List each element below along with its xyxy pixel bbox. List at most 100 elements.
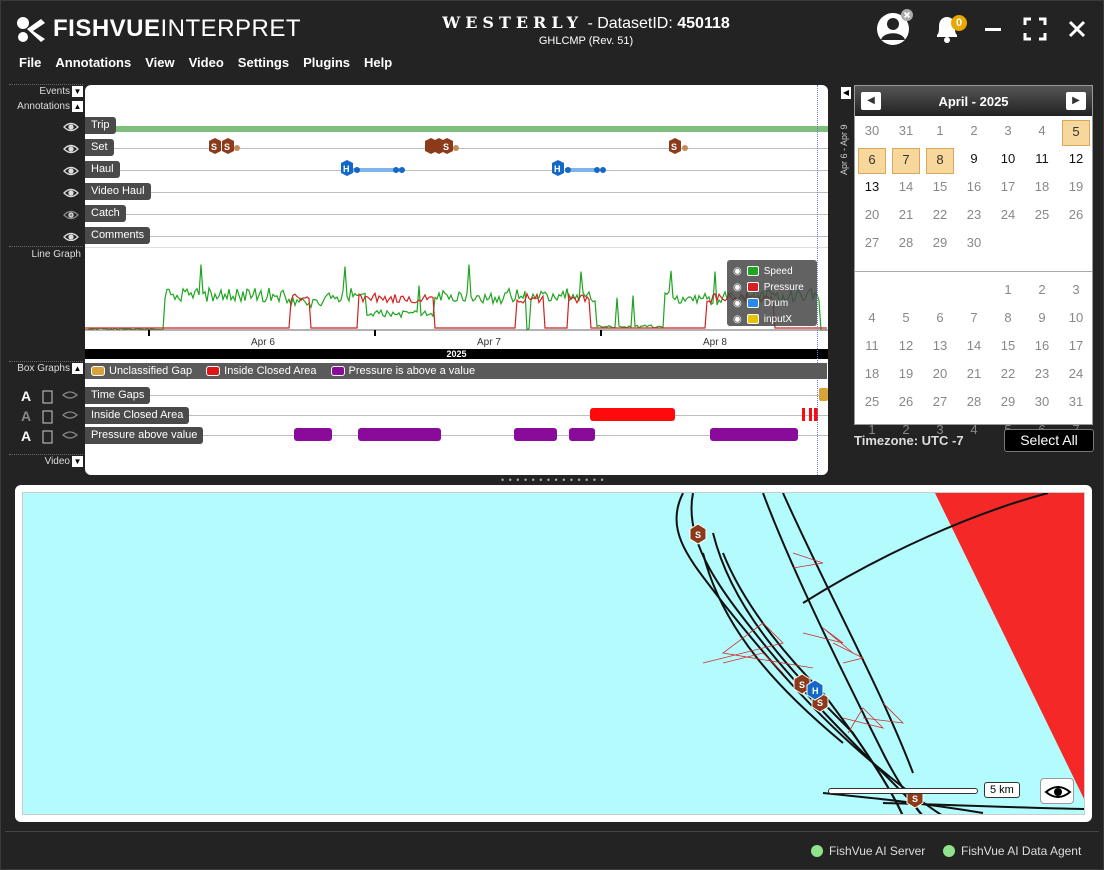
legend-pressure-above[interactable]: Pressure is above a value (330, 365, 475, 377)
calendar-day[interactable]: 5 (1062, 120, 1090, 146)
event-markers[interactable]: SS S S H H (85, 135, 828, 185)
calendar-day[interactable]: 17 (994, 176, 1022, 202)
timeline-panel[interactable]: Trip Set Haul Video Haul Catch Comments … (85, 85, 828, 475)
calendar-day[interactable]: 23 (1028, 363, 1056, 389)
calendar-day[interactable]: 19 (892, 363, 920, 389)
track-video-haul[interactable]: Video Haul (85, 183, 151, 200)
calendar-day[interactable]: 14 (892, 176, 920, 202)
track-trip[interactable]: Trip (85, 117, 116, 134)
calendar-day[interactable]: 18 (1028, 176, 1056, 202)
calendar-day[interactable]: 8 (994, 307, 1022, 333)
prev-month-button[interactable]: ◀ (861, 92, 881, 110)
calendar-day[interactable]: 27 (926, 391, 954, 417)
calendar-day[interactable]: 12 (892, 335, 920, 361)
calendar-collapse-button[interactable]: ◀ (841, 87, 851, 99)
calendar-day[interactable]: 4 (1028, 120, 1056, 146)
calendar-day[interactable]: 18 (858, 363, 886, 389)
legend-unclassified-gap[interactable]: Unclassified Gap (91, 365, 192, 377)
legend-pressure[interactable]: ◉ Pressure (733, 279, 811, 295)
menu-plugins[interactable]: Plugins (303, 55, 350, 70)
legend-drum[interactable]: ◉ Drum (733, 295, 811, 311)
calendar-day[interactable]: 24 (994, 204, 1022, 230)
legend-inside-closed-area[interactable]: Inside Closed Area (206, 365, 317, 377)
calendar-day[interactable]: 29 (994, 391, 1022, 417)
close-button[interactable] (1063, 15, 1091, 43)
track-catch[interactable]: Catch (85, 205, 126, 222)
calendar-day[interactable]: 10 (994, 148, 1022, 174)
calendar-day[interactable]: 16 (960, 176, 988, 202)
calendar-day[interactable]: 25 (858, 391, 886, 417)
menu-help[interactable]: Help (364, 55, 392, 70)
calendar-day[interactable]: 1 (994, 279, 1022, 305)
calendar-day[interactable]: 24 (1062, 363, 1090, 389)
next-month-button[interactable]: ▶ (1066, 92, 1086, 110)
calendar-day[interactable]: 28 (960, 391, 988, 417)
calendar-day[interactable]: 4 (960, 419, 988, 445)
calendar-day[interactable]: 20 (926, 363, 954, 389)
video-toggle[interactable]: ▼ (72, 456, 83, 467)
resize-handle[interactable]: • • • • • • • • • • • • • • (501, 475, 605, 485)
calendar-day[interactable]: 8 (926, 148, 954, 174)
calendar-day[interactable]: 31 (892, 120, 920, 146)
calendar-day[interactable]: 15 (926, 176, 954, 202)
user-button[interactable] (875, 9, 915, 49)
calendar-day[interactable]: 3 (1062, 279, 1090, 305)
track-comments[interactable]: Comments (85, 227, 151, 244)
trip-bar[interactable] (85, 126, 828, 132)
calendar-day[interactable]: 7 (960, 307, 988, 333)
calendar-day[interactable]: 6 (926, 307, 954, 333)
notifications-button[interactable]: 0 (929, 11, 967, 47)
map-layers-toggle[interactable] (1040, 778, 1074, 804)
calendar-day[interactable]: 14 (960, 335, 988, 361)
menu-view[interactable]: View (145, 55, 174, 70)
calendar-day[interactable]: 16 (1028, 335, 1056, 361)
calendar-day[interactable]: 12 (1062, 148, 1090, 174)
menu-file[interactable]: File (19, 55, 41, 70)
calendar-day[interactable]: 20 (858, 204, 886, 230)
map[interactable]: SSHSS 5 km (22, 492, 1085, 815)
calendar-day[interactable]: 30 (1028, 391, 1056, 417)
calendar-day[interactable]: 22 (994, 363, 1022, 389)
minimize-button[interactable] (979, 15, 1007, 43)
calendar-day[interactable]: 9 (960, 148, 988, 174)
calendar-day[interactable]: 11 (1028, 148, 1056, 174)
time-cursor[interactable] (817, 85, 818, 475)
legend-speed[interactable]: ◉ Speed (733, 263, 811, 279)
calendar-day[interactable]: 6 (858, 148, 886, 174)
calendar-day[interactable]: 3 (994, 120, 1022, 146)
annotations-toggle[interactable]: ▲ (72, 101, 83, 112)
menu-annotations[interactable]: Annotations (55, 55, 131, 70)
calendar-day[interactable]: 9 (1028, 307, 1056, 333)
calendar-day[interactable]: 26 (892, 391, 920, 417)
calendar-day[interactable]: 5 (892, 307, 920, 333)
calendar-day[interactable]: 17 (1062, 335, 1090, 361)
menu-settings[interactable]: Settings (238, 55, 289, 70)
calendar-day[interactable]: 10 (1062, 307, 1090, 333)
calendar-day[interactable]: 26 (1062, 204, 1090, 230)
box-graph-bars[interactable] (85, 385, 828, 445)
calendar-day[interactable]: 25 (1028, 204, 1056, 230)
maximize-button[interactable] (1021, 15, 1049, 43)
menu-video[interactable]: Video (189, 55, 224, 70)
calendar-day[interactable]: 2 (1028, 279, 1056, 305)
box-graphs-toggle[interactable]: ▲ (72, 363, 83, 374)
calendar-day[interactable]: 23 (960, 204, 988, 230)
calendar-day[interactable]: 21 (892, 204, 920, 230)
calendar-day[interactable]: 21 (960, 363, 988, 389)
calendar-day[interactable]: 7 (892, 148, 920, 174)
calendar-day[interactable]: 27 (858, 232, 886, 258)
calendar-day[interactable]: 11 (858, 335, 886, 361)
legend-inputx[interactable]: ◉ inputX (733, 311, 811, 327)
calendar-day[interactable]: 1 (926, 120, 954, 146)
calendar-day[interactable]: 13 (926, 335, 954, 361)
calendar-day[interactable]: 22 (926, 204, 954, 230)
calendar-day[interactable]: 29 (926, 232, 954, 258)
calendar-day[interactable]: 15 (994, 335, 1022, 361)
calendar-day[interactable]: 30 (858, 120, 886, 146)
calendar-day[interactable]: 28 (892, 232, 920, 258)
calendar-day[interactable]: 2 (960, 120, 988, 146)
line-graph[interactable] (85, 248, 828, 348)
calendar-day[interactable]: 19 (1062, 176, 1090, 202)
calendar-day[interactable]: 30 (960, 232, 988, 258)
calendar-day[interactable]: 4 (858, 307, 886, 333)
